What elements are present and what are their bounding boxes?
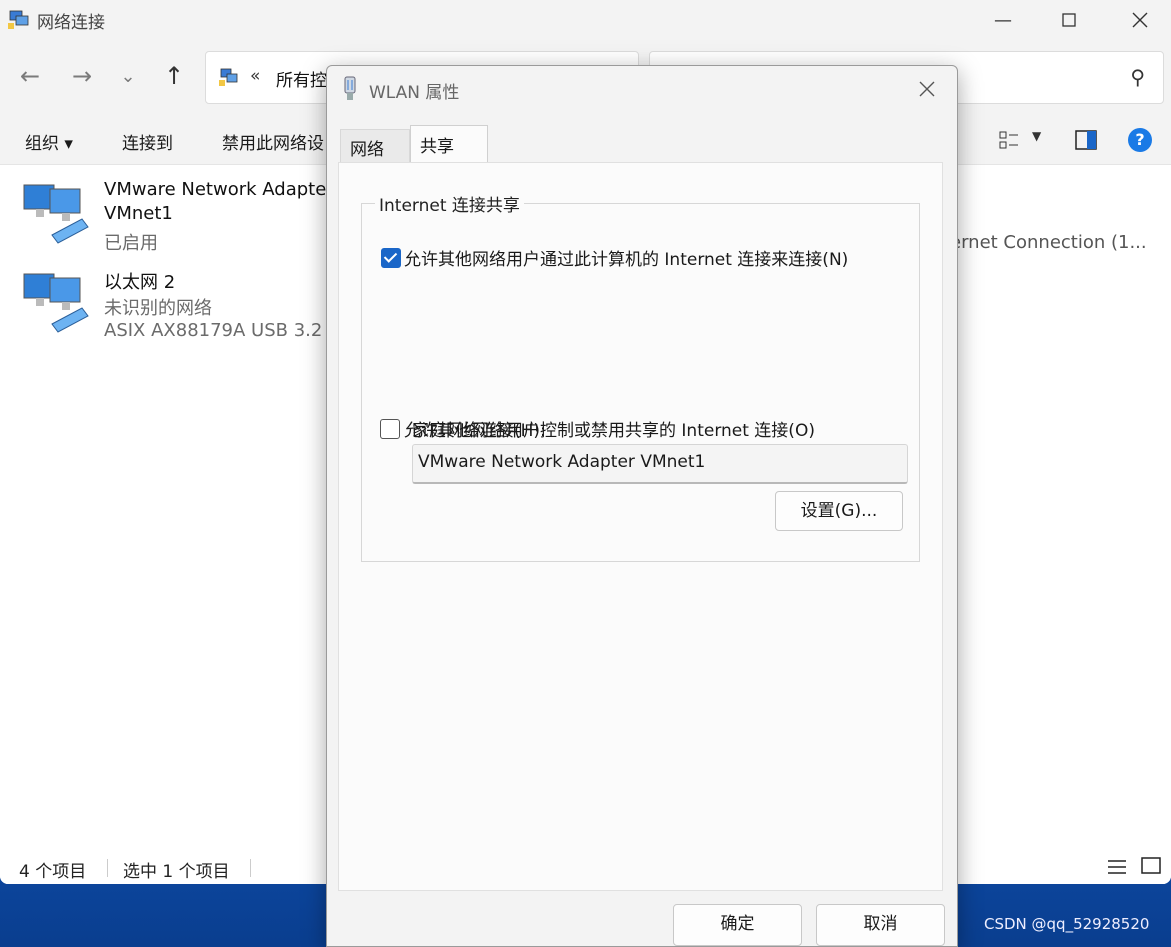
status-divider [250, 859, 251, 877]
forward-button[interactable]: → [64, 58, 100, 94]
home-network-select[interactable]: VMware Network Adapter VMnet1 [412, 444, 908, 484]
dialog-title-bar: WLAN 属性 [327, 66, 957, 112]
recent-locations-button[interactable]: ⌄ [110, 58, 146, 94]
dialog-title: WLAN 属性 [369, 83, 460, 103]
watermark: CSDN @qq_52928520 [984, 915, 1150, 933]
ok-button-label: 确定 [720, 914, 755, 934]
arrow-right-icon: → [71, 62, 93, 90]
network-connections-icon [8, 10, 29, 29]
arrow-left-icon: ← [19, 62, 41, 90]
settings-button[interactable]: 设置(G)... [775, 491, 903, 531]
wlan-adapter-icon [344, 76, 356, 100]
minimize-icon: — [994, 9, 1012, 31]
maximize-icon [1062, 13, 1076, 27]
close-icon [919, 81, 935, 97]
allow-control-label[interactable]: 允许其他网络用户控制或禁用共享的 Internet 连接(O) [404, 416, 815, 441]
wlan-properties-dialog: WLAN 属性 网络 共享 Internet 连接共享 允许其他网络用户通过此计… [326, 65, 958, 947]
control-panel-icon [219, 68, 238, 86]
arrow-up-icon: ↑ [163, 62, 185, 90]
preview-pane-icon[interactable] [1075, 130, 1097, 150]
help-button[interactable]: ? [1128, 128, 1152, 152]
network-adapter-icon [23, 273, 89, 333]
ics-group-title: Internet 连接共享 [375, 191, 524, 216]
title-bar: 网络连接 — [0, 0, 1171, 40]
allow-control-checkbox[interactable] [380, 419, 400, 439]
minimize-button[interactable]: — [975, 0, 1031, 40]
item-status: 未识别的网络 [104, 298, 212, 319]
back-button[interactable]: ← [12, 58, 48, 94]
details-view-icon[interactable] [1107, 858, 1127, 876]
search-icon: ⚲ [1130, 65, 1145, 89]
up-button[interactable]: ↑ [156, 58, 192, 94]
large-icons-view-icon[interactable] [1141, 857, 1161, 875]
connect-to-button[interactable]: 连接到 [122, 129, 173, 154]
network-adapter-icon [23, 184, 89, 244]
close-icon [1132, 12, 1148, 28]
chevron-down-icon: ⌄ [120, 65, 136, 87]
view-options-button[interactable]: ▼ [998, 129, 1048, 153]
status-divider [107, 859, 108, 877]
sharing-panel: Internet 连接共享 允许其他网络用户通过此计算机的 Internet 连… [338, 162, 943, 891]
address-overflow-chevron[interactable]: « [250, 66, 260, 86]
cancel-button-label: 取消 [863, 914, 898, 934]
window-title: 网络连接 [37, 13, 105, 33]
tab-network-label: 网络 [350, 140, 384, 160]
view-list-icon [999, 131, 1018, 149]
dialog-close-button[interactable] [911, 76, 943, 102]
ok-button[interactable]: 确定 [673, 904, 802, 946]
cancel-button[interactable]: 取消 [816, 904, 945, 946]
item-status: 已启用 [104, 233, 158, 254]
item-device-partial: ernet Connection (1... [950, 232, 1147, 253]
item-name: 以太网 2 [104, 272, 176, 293]
help-icon: ? [1135, 130, 1145, 149]
item-name-line2: VMnet1 [104, 203, 173, 224]
caret-down-icon: ▼ [1032, 129, 1042, 143]
tab-sharing[interactable]: 共享 [410, 125, 488, 163]
item-name: VMware Network Adapter [104, 179, 334, 200]
item-device: ASIX AX88179A USB 3.2 G [104, 320, 343, 341]
home-network-value: VMware Network Adapter VMnet1 [418, 452, 706, 472]
disable-device-button[interactable]: 禁用此网络设 [222, 129, 324, 154]
settings-button-label: 设置(G)... [800, 501, 878, 521]
item-count: 4 个项目 [19, 862, 87, 882]
allow-connect-checkbox[interactable] [381, 248, 401, 268]
address-breadcrumb[interactable]: 所有控 [276, 66, 327, 91]
maximize-button[interactable] [1041, 0, 1097, 40]
close-window-button[interactable] [1112, 0, 1168, 40]
allow-connect-label[interactable]: 允许其他网络用户通过此计算机的 Internet 连接来连接(N) [404, 245, 848, 270]
selected-count: 选中 1 个项目 [123, 862, 230, 882]
organize-menu[interactable]: 组织 ▾ [25, 129, 73, 154]
tab-network[interactable]: 网络 [340, 129, 410, 162]
tab-sharing-label: 共享 [420, 137, 454, 157]
